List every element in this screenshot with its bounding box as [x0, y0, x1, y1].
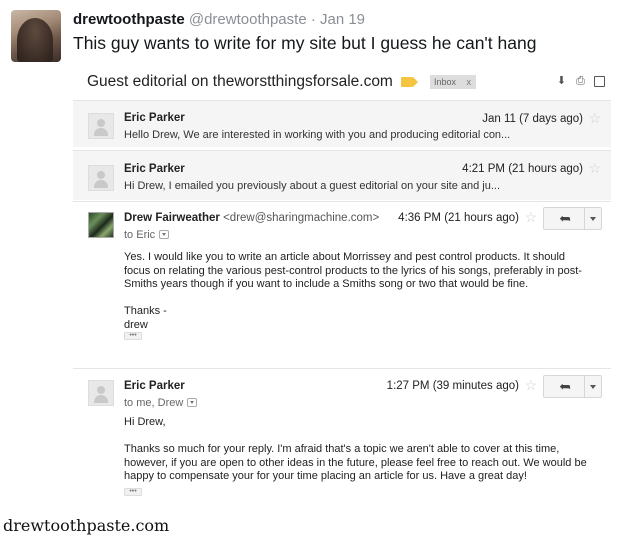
reply-icon[interactable]: ➦: [544, 376, 586, 397]
download-icon[interactable]: ⬇: [556, 76, 567, 87]
message-time: 4:21 PM (21 hours ago): [462, 163, 583, 175]
tweet-text: This guy wants to write for my site but …: [73, 33, 537, 53]
tweet-author-name[interactable]: drewtoothpaste: [73, 11, 185, 28]
body-signoff: Thanks -: [124, 305, 167, 317]
message-body: Hi Drew, Thanks so much for your reply. …: [124, 416, 594, 497]
thread-subject: Guest editorial on theworstthingsforsale…: [87, 73, 393, 90]
message-snippet: Hello Drew, We are interested in working…: [124, 129, 511, 141]
more-actions-chevron-icon[interactable]: [584, 208, 601, 229]
sender-avatar: [88, 380, 114, 406]
avatar-hair-shape: [17, 18, 53, 62]
site-watermark: drewtoothpaste.com: [3, 516, 170, 535]
tweet-author-handle[interactable]: @drewtoothpaste: [189, 11, 307, 28]
body-greeting: Hi Drew,: [124, 416, 166, 428]
sender-avatar: [88, 113, 114, 139]
tweet-author-line: drewtoothpaste @drewtoothpaste · Jan 19: [73, 11, 365, 28]
remove-label-icon[interactable]: x: [467, 75, 472, 89]
message-snippet: Hi Drew, I emailed you previously about …: [124, 180, 501, 192]
recipients-text: to Eric: [124, 229, 156, 241]
reply-button-group: ➦: [543, 207, 602, 230]
show-trimmed-content-button[interactable]: •••: [124, 332, 142, 340]
reply-button-group: ➦: [543, 375, 602, 398]
recipients-line[interactable]: to me, Drew: [124, 397, 198, 409]
sender-avatar: [88, 165, 114, 191]
body-paragraph: Thanks so much for your reply. I'm afrai…: [124, 443, 587, 482]
important-label-icon[interactable]: [401, 77, 418, 87]
tweet-date[interactable]: · Jan 19: [311, 11, 365, 28]
message-time: 1:27 PM (39 minutes ago): [386, 380, 519, 392]
email-thread: Guest editorial on theworstthingsforsale…: [73, 66, 611, 502]
sender-email: <drew@sharingmachine.com>: [223, 212, 380, 224]
sender-avatar: [88, 212, 114, 238]
star-icon[interactable]: ☆: [588, 160, 601, 177]
recipients-text: to me, Drew: [124, 397, 184, 409]
sender-name: Eric Parker: [124, 163, 185, 175]
sender-name: Eric Parker: [124, 112, 185, 124]
inbox-label-text: Inbox: [434, 77, 457, 87]
print-icon[interactable]: ⎙: [575, 76, 586, 87]
star-icon[interactable]: ☆: [588, 110, 601, 127]
show-details-icon[interactable]: [159, 230, 170, 239]
reply-icon[interactable]: ➦: [544, 208, 586, 229]
sender-name: Eric Parker: [124, 380, 185, 392]
message-expanded: Eric Parker to me, Drew 1:27 PM (39 minu…: [73, 368, 611, 502]
message-body: Yes. I would like you to write an articl…: [124, 251, 594, 332]
recipients-line[interactable]: to Eric: [124, 229, 170, 241]
message-expanded: Drew Fairweather <drew@sharingmachine.co…: [73, 201, 611, 368]
thread-actions: ⬇ ⎙: [556, 76, 605, 87]
new-window-icon[interactable]: [594, 76, 605, 87]
thread-subject-row: Guest editorial on theworstthingsforsale…: [73, 66, 611, 100]
inbox-label-chip[interactable]: Inbox x: [430, 75, 476, 89]
sender-name: Drew Fairweather: [124, 212, 220, 224]
message-collapsed[interactable]: Eric Parker Hi Drew, I emailed you previ…: [73, 150, 611, 200]
show-trimmed-content-button[interactable]: •••: [124, 488, 142, 496]
message-time: 4:36 PM (21 hours ago): [398, 212, 519, 224]
star-icon[interactable]: ☆: [524, 377, 537, 394]
more-actions-chevron-icon[interactable]: [584, 376, 601, 397]
body-signature: drew: [124, 318, 148, 331]
star-icon[interactable]: ☆: [524, 209, 537, 226]
message-time: Jan 11 (7 days ago): [482, 113, 583, 125]
message-collapsed[interactable]: Eric Parker Hello Drew, We are intereste…: [73, 100, 611, 147]
show-details-icon[interactable]: [187, 398, 198, 407]
sender-line: Drew Fairweather <drew@sharingmachine.co…: [124, 212, 379, 224]
body-paragraph: Yes. I would like you to write an articl…: [124, 251, 582, 290]
tweet-author-avatar[interactable]: [11, 10, 61, 62]
